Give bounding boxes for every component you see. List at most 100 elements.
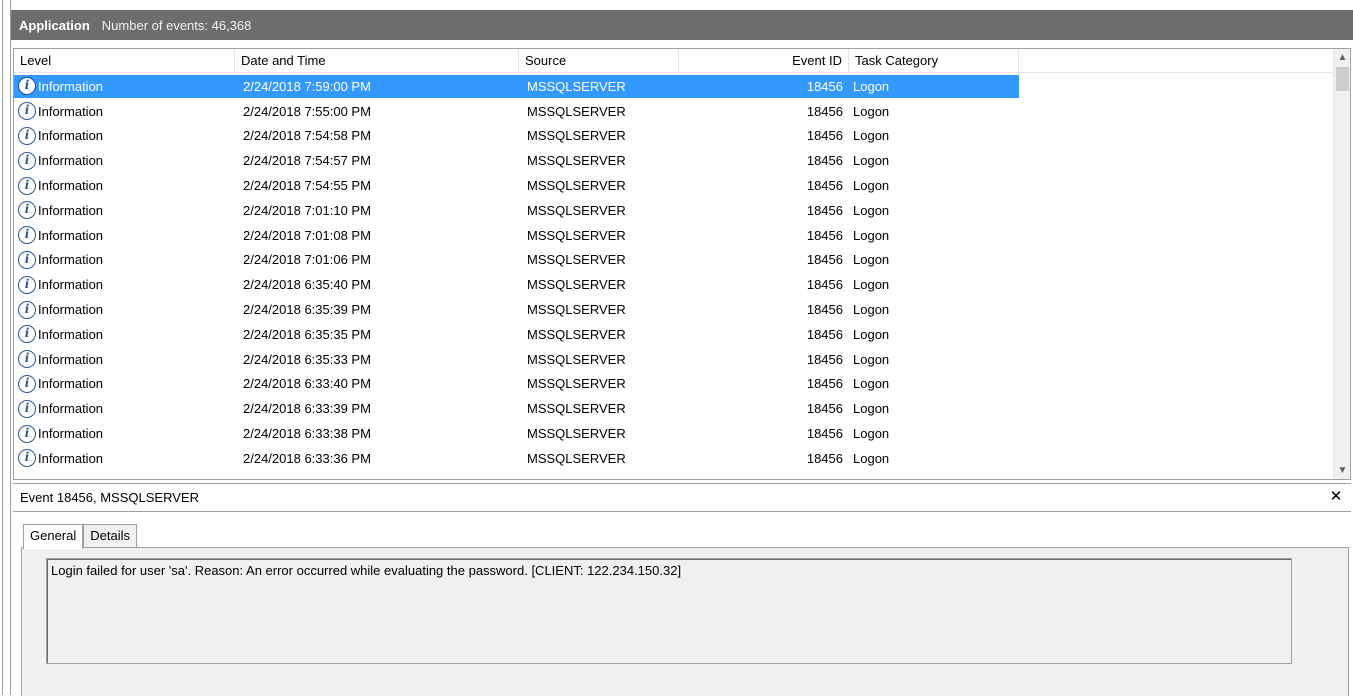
- vertical-scrollbar[interactable]: ▲ ▼: [1333, 49, 1350, 479]
- cell-source: MSSQLSERVER: [527, 153, 626, 169]
- table-row[interactable]: i Information 2/24/2018 7:59:00 PM MSSQLSER…: [14, 74, 1334, 99]
- events-grid[interactable]: Level Date and Time Source Event ID Task…: [13, 48, 1351, 480]
- cell-source: MSSQLSERVER: [527, 401, 626, 417]
- scroll-up-icon[interactable]: ▲: [1334, 49, 1350, 66]
- event-message[interactable]: Login failed for user 'sa'. Reason: An e…: [46, 558, 1292, 664]
- level-text: Information: [38, 326, 104, 342]
- cell-date: 2/24/2018 7:54:58 PM: [243, 128, 371, 144]
- cell-level: i Information: [14, 77, 235, 96]
- scroll-thumb[interactable]: [1336, 67, 1349, 91]
- info-icon: i: [18, 300, 36, 319]
- detail-title: Event 18456, MSSQLSERVER: [20, 490, 199, 505]
- cell-source: MSSQLSERVER: [527, 376, 626, 392]
- table-row[interactable]: i Information 2/24/2018 6:35:35 PM MSSQLSER…: [14, 322, 1334, 347]
- scroll-down-icon[interactable]: ▼: [1334, 462, 1350, 479]
- cell-event-id: 18456: [806, 252, 843, 268]
- cell-task-category: Logon: [853, 153, 890, 169]
- info-icon: i: [18, 176, 36, 195]
- cell-date: 2/24/2018 6:33:38 PM: [243, 426, 371, 442]
- level-text: Information: [38, 426, 104, 442]
- info-icon: i: [18, 449, 36, 468]
- table-row[interactable]: i Information 2/24/2018 7:01:10 PM MSSQLSER…: [14, 198, 1334, 223]
- level-text: Information: [38, 376, 104, 392]
- cell-level: i Information: [14, 250, 235, 269]
- info-icon: i: [18, 201, 36, 220]
- cell-event-id: 18456: [806, 128, 843, 144]
- cell-event-id: 18456: [806, 326, 843, 342]
- level-text: Information: [38, 178, 104, 194]
- cell-date: 2/24/2018 6:33:39 PM: [243, 401, 371, 417]
- cell-task-category: Logon: [853, 326, 890, 342]
- column-header-event-id[interactable]: Event ID: [679, 49, 849, 73]
- table-row[interactable]: i Information 2/24/2018 6:35:39 PM MSSQLSER…: [14, 297, 1334, 322]
- table-row[interactable]: i Information 2/24/2018 7:54:55 PM MSSQLSER…: [14, 173, 1334, 198]
- info-icon: i: [18, 325, 36, 344]
- log-titlebar: Application Number of events: 46,368: [11, 10, 1353, 40]
- cell-date: 2/24/2018 7:59:00 PM: [243, 78, 371, 94]
- cell-date: 2/24/2018 6:35:35 PM: [243, 326, 371, 342]
- cell-level: i Information: [14, 176, 235, 195]
- cell-date: 2/24/2018 6:33:36 PM: [243, 450, 371, 466]
- log-name: Application: [19, 17, 90, 33]
- cell-level: i Information: [14, 374, 235, 393]
- cell-level: i Information: [14, 201, 235, 220]
- table-row[interactable]: i Information 2/24/2018 7:54:57 PM MSSQLSER…: [14, 148, 1334, 173]
- level-text: Information: [38, 252, 104, 268]
- table-row[interactable]: i Information 2/24/2018 7:55:00 PM MSSQLSER…: [14, 99, 1334, 124]
- cell-task-category: Logon: [853, 78, 890, 94]
- column-header-level[interactable]: Level: [14, 49, 235, 73]
- cell-level: i Information: [14, 325, 235, 344]
- level-text: Information: [38, 227, 104, 243]
- level-text: Information: [38, 103, 104, 119]
- info-icon: i: [18, 424, 36, 443]
- cell-level: i Information: [14, 151, 235, 170]
- cell-source: MSSQLSERVER: [527, 326, 626, 342]
- info-icon: i: [18, 350, 36, 369]
- event-count: Number of events: 46,368: [101, 17, 252, 33]
- table-row[interactable]: i Information 2/24/2018 6:35:33 PM MSSQLSER…: [14, 347, 1334, 372]
- info-icon: i: [18, 77, 36, 96]
- cell-event-id: 18456: [806, 450, 843, 466]
- event-detail-panel: Event 18456, MSSQLSERVER ✕ General Detai…: [13, 483, 1351, 696]
- cell-task-category: Logon: [853, 302, 890, 318]
- level-text: Information: [38, 277, 104, 293]
- cell-source: MSSQLSERVER: [527, 302, 626, 318]
- general-tab-body: Login failed for user 'sa'. Reason: An e…: [21, 547, 1349, 696]
- close-icon[interactable]: ✕: [1327, 488, 1345, 506]
- tab-general[interactable]: General: [23, 524, 84, 549]
- table-row[interactable]: i Information 2/24/2018 6:33:38 PM MSSQLSER…: [14, 421, 1334, 446]
- tab-details[interactable]: Details: [83, 524, 137, 548]
- table-row[interactable]: i Information 2/24/2018 6:33:39 PM MSSQLSER…: [14, 396, 1334, 421]
- cell-date: 2/24/2018 7:01:08 PM: [243, 227, 371, 243]
- table-row[interactable]: i Information 2/24/2018 6:35:40 PM MSSQLSER…: [14, 272, 1334, 297]
- cell-level: i Information: [14, 300, 235, 319]
- info-icon: i: [18, 102, 36, 121]
- table-row[interactable]: i Information 2/24/2018 6:33:40 PM MSSQLSER…: [14, 372, 1334, 397]
- column-header-date[interactable]: Date and Time: [235, 49, 519, 73]
- cell-event-id: 18456: [806, 202, 843, 218]
- cell-level: i Information: [14, 102, 235, 121]
- cell-event-id: 18456: [806, 178, 843, 194]
- cell-source: MSSQLSERVER: [527, 426, 626, 442]
- cell-level: i Information: [14, 449, 235, 468]
- cell-task-category: Logon: [853, 178, 890, 194]
- cell-event-id: 18456: [806, 351, 843, 367]
- table-row[interactable]: i Information 2/24/2018 7:01:08 PM MSSQLSER…: [14, 223, 1334, 248]
- column-header-task-category[interactable]: Task Category: [849, 49, 1019, 73]
- cell-source: MSSQLSERVER: [527, 128, 626, 144]
- cell-event-id: 18456: [806, 426, 843, 442]
- level-text: Information: [38, 153, 104, 169]
- table-row[interactable]: i Information 2/24/2018 7:01:06 PM MSSQLSER…: [14, 248, 1334, 273]
- cell-task-category: Logon: [853, 426, 890, 442]
- cell-source: MSSQLSERVER: [527, 227, 626, 243]
- column-header-source[interactable]: Source: [519, 49, 679, 73]
- cell-date: 2/24/2018 7:54:57 PM: [243, 153, 371, 169]
- table-row[interactable]: i Information 2/24/2018 6:33:36 PM MSSQLSER…: [14, 446, 1334, 471]
- level-text: Information: [38, 128, 104, 144]
- cell-date: 2/24/2018 6:33:40 PM: [243, 376, 371, 392]
- cell-task-category: Logon: [853, 351, 890, 367]
- level-text: Information: [38, 202, 104, 218]
- table-row[interactable]: i Information 2/24/2018 7:54:58 PM MSSQLSER…: [14, 124, 1334, 149]
- cell-event-id: 18456: [806, 376, 843, 392]
- detail-tabs: General Details: [23, 524, 137, 549]
